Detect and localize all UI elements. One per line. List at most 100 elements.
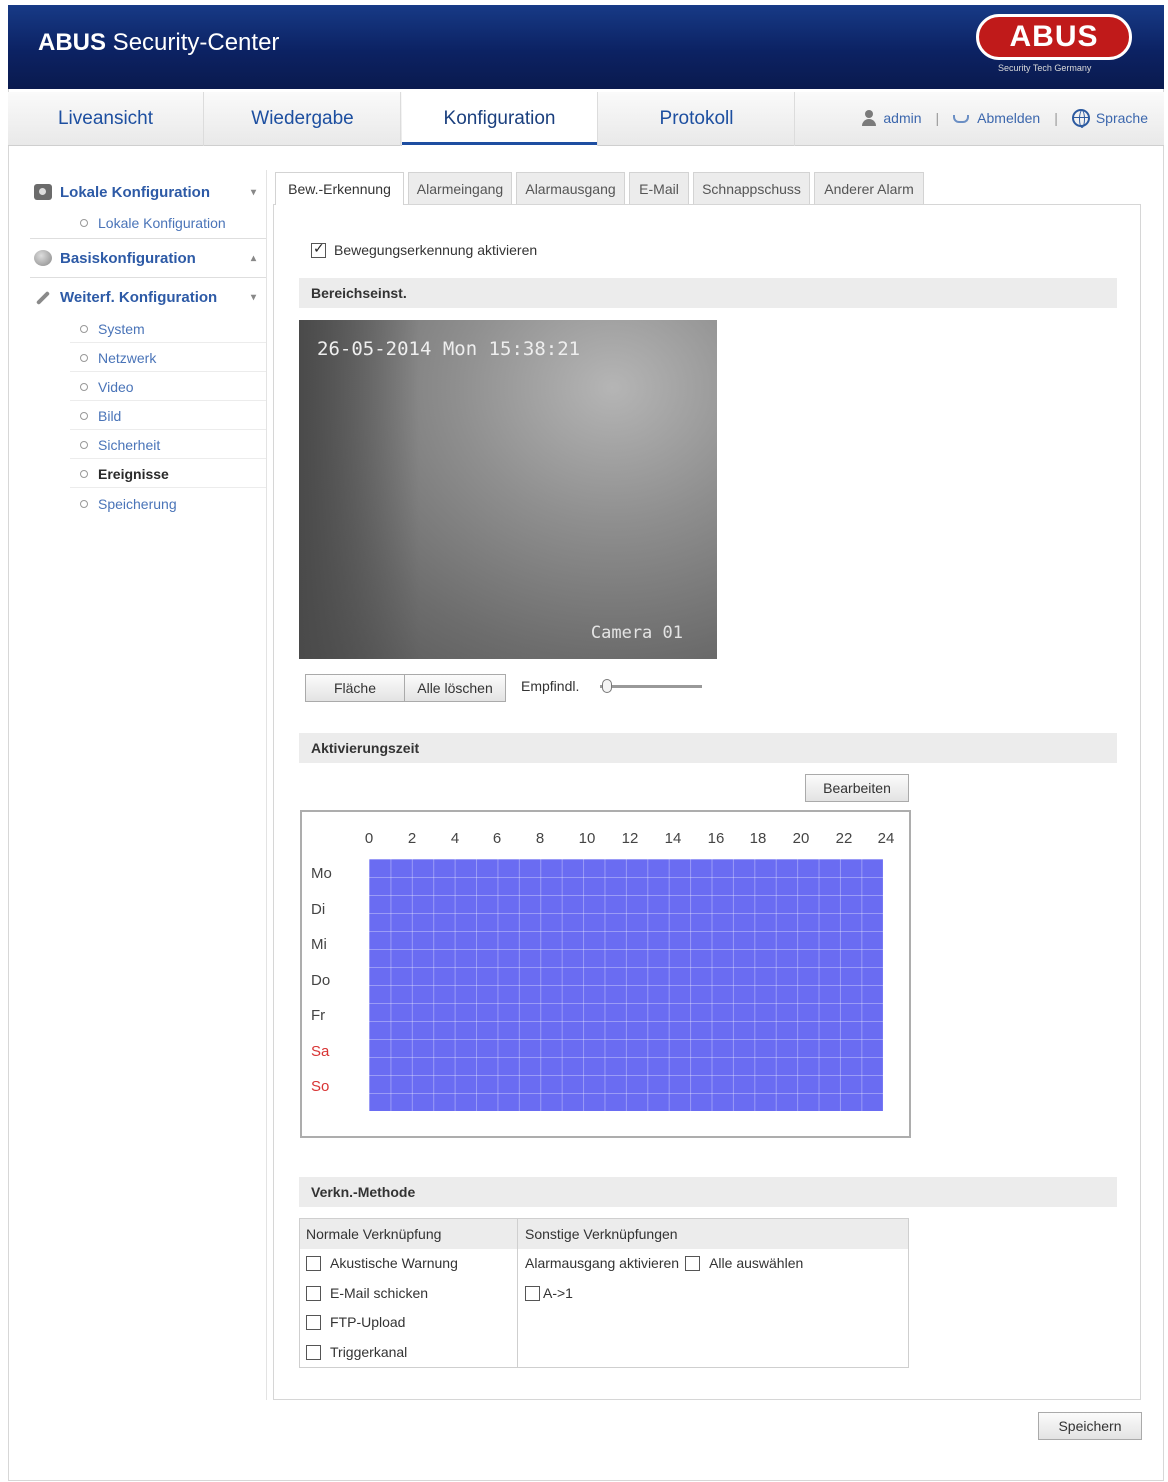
user-bar: admin | Abmelden | Sprache <box>861 109 1148 128</box>
sidebar-item-bild[interactable]: Bild <box>70 402 266 430</box>
tab-schnappschuss[interactable]: Schnappschuss <box>693 172 810 204</box>
tab-e-mail[interactable]: E-Mail <box>629 172 689 204</box>
sensitivity-slider-handle[interactable] <box>602 679 612 693</box>
bullet-icon <box>80 440 88 449</box>
hour-label: 8 <box>535 830 545 847</box>
area-button[interactable]: Fläche <box>305 674 405 702</box>
tab-anderer-alarm[interactable]: Anderer Alarm <box>814 172 924 204</box>
save-button[interactable]: Speichern <box>1038 1412 1142 1440</box>
tab-alarmausgang[interactable]: Alarmausgang <box>516 172 625 204</box>
bullet-icon <box>80 353 88 362</box>
divider <box>30 277 266 278</box>
wrench-icon <box>34 289 52 305</box>
output-a1-row: A->1 <box>525 1285 573 1301</box>
nav-tab-wiedergabe[interactable]: Wiedergabe <box>205 92 401 146</box>
nav-tab-konfiguration[interactable]: Konfiguration <box>402 92 598 146</box>
hour-label: 18 <box>749 830 767 847</box>
sidebar-section-basiskonfiguration[interactable]: Basiskonfiguration ▴ <box>30 241 266 275</box>
bullet-icon <box>80 219 88 227</box>
globe-icon <box>1071 109 1090 128</box>
logo-subtitle: Security Tech Germany <box>998 63 1092 73</box>
sidebar-section-lokale-konfiguration[interactable]: Lokale Konfiguration ▾ <box>30 175 266 209</box>
day-label-mi: Mi <box>311 936 327 953</box>
sensitivity-label: Empfindl. <box>521 678 580 694</box>
clear-all-button[interactable]: Alle löschen <box>404 674 506 702</box>
alarm-output-label: Alarmausgang aktivieren <box>525 1255 680 1271</box>
app-header: ABUS Security-Center ABUS Security Tech … <box>8 5 1164 89</box>
sidebar-item-speicherung[interactable]: Speicherung <box>70 490 266 518</box>
linkage-table-divider <box>517 1219 518 1367</box>
app-title: ABUS Security-Center <box>38 29 280 56</box>
sensitivity-slider-track[interactable] <box>600 685 702 688</box>
sidebar-item-sicherheit[interactable]: Sicherheit <box>70 431 266 459</box>
user-name[interactable]: admin <box>883 110 921 126</box>
bullet-icon <box>80 500 88 508</box>
bullet-icon <box>80 411 88 420</box>
linkage-row-akustische-warnung: Akustische Warnung <box>306 1255 458 1271</box>
language-link[interactable]: Sprache <box>1096 110 1148 126</box>
separator: | <box>1054 110 1058 126</box>
linkage-row-ftp-upload: FTP-Upload <box>306 1314 405 1330</box>
hour-label: 22 <box>835 830 853 847</box>
trigger-channel-checkbox[interactable] <box>306 1344 321 1360</box>
tab-bew-erkennung[interactable]: Bew.-Erkennung <box>275 172 404 205</box>
hour-label: 24 <box>877 830 895 847</box>
abus-logo: ABUS <box>976 14 1132 60</box>
linkage-row-triggerkanal: Triggerkanal <box>306 1344 407 1360</box>
send-email-checkbox[interactable] <box>306 1285 321 1301</box>
day-label-so: So <box>311 1078 330 1095</box>
hour-label: 4 <box>450 830 460 847</box>
ftp-upload-checkbox[interactable] <box>306 1314 321 1330</box>
col-normal-header: Normale Verknüpfung <box>306 1226 442 1242</box>
day-label-do: Do <box>311 972 331 989</box>
chevron-up-icon: ▴ <box>250 252 256 264</box>
chevron-down-icon: ▾ <box>250 186 256 198</box>
day-label-di: Di <box>311 901 326 918</box>
sidebar-section-label: Lokale Konfiguration <box>60 183 210 201</box>
col-other-header: Sonstige Verknüpfungen <box>525 1226 678 1242</box>
sidebar-item-system[interactable]: System <box>70 315 266 343</box>
schedule-grid[interactable] <box>369 859 883 1111</box>
hour-label: 12 <box>621 830 639 847</box>
separator: | <box>935 110 940 126</box>
edit-schedule-button[interactable]: Bearbeiten <box>805 774 909 802</box>
sidebar-item-video[interactable]: Video <box>70 373 266 401</box>
disk-icon <box>34 250 52 266</box>
linkage-row-e-mail: E-Mail schicken <box>306 1285 428 1301</box>
hour-label: 0 <box>364 830 374 847</box>
chevron-down-icon: ▾ <box>250 291 256 303</box>
audible-warning-checkbox[interactable] <box>306 1255 321 1271</box>
sidebar-item-ereignisse[interactable]: Ereignisse <box>70 460 266 488</box>
nav-tab-liveansicht[interactable]: Liveansicht <box>8 92 204 146</box>
logout-icon <box>953 112 971 124</box>
video-preview[interactable]: 26-05-2014 Mon 15:38:21 Camera 01 <box>299 320 717 659</box>
section-aktivierungszeit: Aktivierungszeit <box>299 733 1117 763</box>
nav-tab-protokoll[interactable]: Protokoll <box>599 92 795 146</box>
section-verkn-methode: Verkn.-Methode <box>299 1177 1117 1207</box>
sidebar-section-label: Weiterf. Konfiguration <box>60 288 218 306</box>
bullet-icon <box>80 382 88 391</box>
sidebar-item-lokale-konfiguration[interactable]: Lokale Konfiguration <box>70 209 266 237</box>
sidebar-section-weiterf-konfiguration[interactable]: Weiterf. Konfiguration ▾ <box>30 280 266 314</box>
hour-label: 16 <box>707 830 725 847</box>
day-label-sa: Sa <box>311 1043 330 1060</box>
logout-link[interactable]: Abmelden <box>977 110 1040 126</box>
select-all-label: Alle auswählen <box>709 1255 804 1271</box>
output-a1-checkbox[interactable] <box>525 1285 540 1301</box>
bullet-icon <box>80 469 88 478</box>
user-icon <box>861 110 877 126</box>
hour-label: 10 <box>578 830 596 847</box>
hour-label: 20 <box>792 830 810 847</box>
select-all-checkbox[interactable] <box>685 1255 701 1271</box>
tab-alarmeingang[interactable]: Alarmeingang <box>408 172 512 204</box>
camera-icon <box>34 184 52 200</box>
hour-label: 6 <box>492 830 502 847</box>
divider <box>30 238 266 239</box>
section-bereichseinst: Bereichseinst. <box>299 278 1117 308</box>
sidebar-item-netzwerk[interactable]: Netzwerk <box>70 344 266 372</box>
hour-label: 14 <box>664 830 682 847</box>
motion-enable-checkbox[interactable] <box>311 241 326 258</box>
video-timestamp: 26-05-2014 Mon 15:38:21 <box>317 338 581 360</box>
day-label-fr: Fr <box>311 1007 326 1024</box>
sidebar-divider <box>266 170 267 1400</box>
